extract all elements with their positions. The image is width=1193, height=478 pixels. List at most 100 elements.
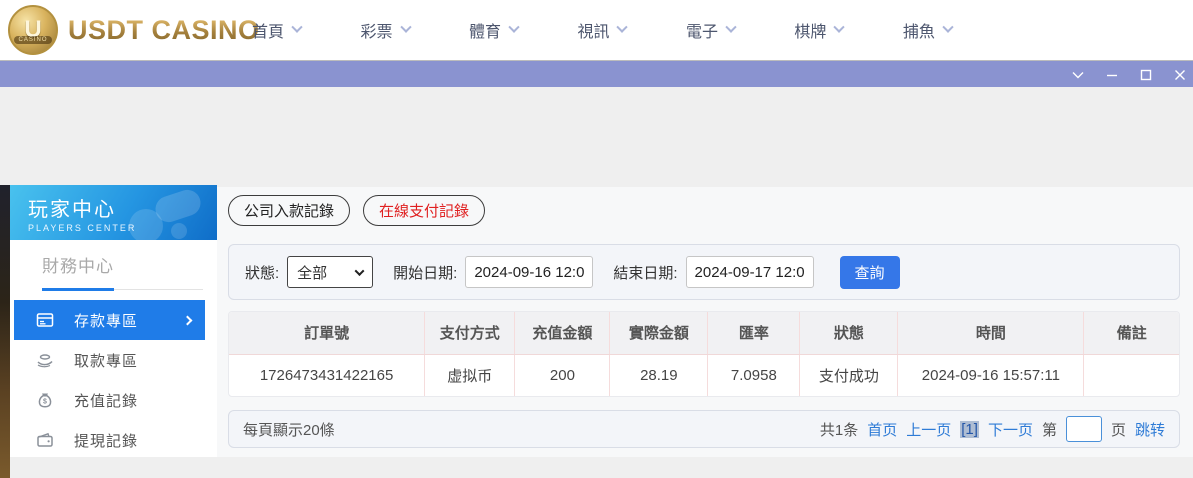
sidebar-menu: 存款專區 取款專區 $ 充值記錄 提現記錄 — [10, 300, 217, 460]
start-date-input[interactable] — [465, 256, 593, 288]
status-label: 狀態: — [245, 262, 279, 283]
sidebar-item-deposit[interactable]: 存款專區 — [14, 300, 205, 340]
prev-page-link[interactable]: 上一页 — [906, 419, 951, 440]
tab-online-payment-records[interactable]: 在線支付記錄 — [363, 195, 485, 226]
window-minimize-icon[interactable] — [1105, 68, 1119, 82]
withdraw-hand-icon — [36, 351, 54, 369]
chevron-down-icon — [508, 22, 519, 33]
table-row: 1726473431422165虚拟币20028.197.0958支付成功202… — [229, 354, 1179, 396]
jump-prefix-label: 第 — [1042, 419, 1057, 440]
nav-label: 捕魚 — [903, 18, 935, 42]
status-select-value: 全部 — [297, 262, 356, 283]
svg-text:$: $ — [43, 399, 47, 406]
nav-item-live[interactable]: 視訊 — [577, 18, 626, 42]
table-header-cell: 備註 — [1084, 312, 1179, 354]
first-page-link[interactable]: 首页 — [867, 419, 897, 440]
table-cell: 28.19 — [610, 354, 708, 396]
sidebar-header: 玩家中心 PLAYERS CENTER — [10, 185, 217, 240]
jump-button[interactable]: 跳转 — [1135, 419, 1165, 440]
moneybag-icon: $ — [36, 391, 54, 409]
sidebar-section-title: 財務中心 — [42, 252, 217, 277]
table-cell: 200 — [515, 354, 610, 396]
record-tabs: 公司入款記錄 在線支付記錄 — [228, 195, 1180, 226]
table-cell: 7.0958 — [708, 354, 800, 396]
nav-label: 視訊 — [577, 18, 609, 42]
section-underline — [42, 287, 203, 290]
nav-item-fishing[interactable]: 捕魚 — [903, 18, 952, 42]
end-date-input[interactable] — [686, 256, 814, 288]
main-content: 公司入款記錄 在線支付記錄 狀態: 全部 開始日期: 結束日期: 查詢 訂單號支… — [217, 187, 1193, 457]
table-cell: 虚拟币 — [425, 354, 515, 396]
nav-item-lottery[interactable]: 彩票 — [360, 18, 409, 42]
records-table: 訂單號支付方式充值金額實際金額匯率狀態時間備註 1726473431422165… — [228, 311, 1180, 397]
table-header-cell: 實際金額 — [610, 312, 708, 354]
sidebar-item-label: 存款專區 — [74, 310, 138, 331]
logo-text: USDT CASINO — [68, 15, 260, 46]
window-close-icon[interactable] — [1173, 68, 1187, 82]
table-cell — [1084, 354, 1179, 396]
status-select[interactable]: 全部 — [287, 256, 373, 288]
sidebar-item-label: 取款專區 — [74, 350, 138, 371]
sidebar: 玩家中心 PLAYERS CENTER 財務中心 存款專區 取款專區 $ — [10, 185, 217, 457]
table-cell: 1726473431422165 — [229, 354, 425, 396]
nav-item-slots[interactable]: 電子 — [686, 18, 735, 42]
end-date-label: 結束日期: — [613, 262, 677, 283]
jump-suffix-label: 页 — [1111, 419, 1126, 440]
table-header-cell: 支付方式 — [425, 312, 515, 354]
sidebar-item-label: 提現記錄 — [74, 430, 138, 451]
site-logo[interactable]: U CASINO USDT CASINO — [8, 5, 260, 55]
table-header-cell: 充值金額 — [515, 312, 610, 354]
chevron-down-icon — [942, 22, 953, 33]
sidebar-item-recharge-records[interactable]: $ 充值記錄 — [14, 380, 205, 420]
table-cell: 支付成功 — [800, 354, 898, 396]
window-chevron-down-icon[interactable] — [1071, 68, 1085, 82]
window-titlebar — [0, 60, 1193, 87]
sidebar-item-withdrawal-records[interactable]: 提現記錄 — [14, 420, 205, 460]
table-cell: 2024-09-16 15:57:11 — [898, 354, 1084, 396]
chevron-right-icon — [183, 315, 193, 325]
wallet-icon — [36, 431, 54, 449]
sidebar-subtitle: PLAYERS CENTER — [28, 223, 217, 233]
window-maximize-icon[interactable] — [1139, 68, 1153, 82]
nav-label: 彩票 — [360, 18, 392, 42]
table-header-cell: 匯率 — [708, 312, 800, 354]
site-header: U CASINO USDT CASINO 首頁 彩票 體育 視訊 — [0, 0, 1193, 60]
sidebar-item-withdraw[interactable]: 取款專區 — [14, 340, 205, 380]
main-nav: 首頁 彩票 體育 視訊 電子 棋牌 — [252, 0, 952, 60]
chevron-down-icon — [725, 22, 736, 33]
deposit-card-icon — [36, 311, 54, 329]
pagination-bar: 每頁顯示20條 共1条 首页 上一页 [1] 下一页 第 页 跳转 — [228, 410, 1180, 448]
pagination-controls: 共1条 首页 上一页 [1] 下一页 第 页 跳转 — [820, 416, 1165, 442]
nav-label: 棋牌 — [794, 18, 826, 42]
background-edge-strip — [0, 185, 10, 478]
chevron-down-icon — [291, 22, 302, 33]
table-header-cell: 時間 — [898, 312, 1084, 354]
nav-item-sports[interactable]: 體育 — [469, 18, 518, 42]
tab-company-deposit-records[interactable]: 公司入款記錄 — [228, 195, 350, 226]
nav-item-home[interactable]: 首頁 — [252, 18, 301, 42]
nav-label: 首頁 — [252, 18, 284, 42]
nav-label: 電子 — [686, 18, 718, 42]
table-header-row: 訂單號支付方式充值金額實際金額匯率狀態時間備註 — [229, 312, 1179, 354]
table-header-cell: 狀態 — [800, 312, 898, 354]
page-size-text: 每頁顯示20條 — [243, 419, 335, 440]
chevron-down-icon — [355, 266, 365, 276]
decoration-circle — [171, 223, 187, 239]
total-count-text: 共1条 — [820, 419, 858, 440]
chevron-down-icon — [617, 22, 628, 33]
chevron-down-icon — [400, 22, 411, 33]
app-window: U CASINO USDT CASINO 首頁 彩票 體育 視訊 — [0, 0, 1193, 478]
current-page-indicator: [1] — [960, 421, 979, 438]
window-controls — [1071, 61, 1187, 88]
nav-item-cards[interactable]: 棋牌 — [794, 18, 843, 42]
usdt-coin-icon: U CASINO — [8, 5, 58, 55]
start-date-label: 開始日期: — [393, 262, 457, 283]
decoration-circle — [129, 209, 163, 240]
query-button[interactable]: 查詢 — [840, 256, 900, 289]
nav-label: 體育 — [469, 18, 501, 42]
table-header-cell: 訂單號 — [229, 312, 425, 354]
filter-bar: 狀態: 全部 開始日期: 結束日期: 查詢 — [228, 244, 1180, 300]
jump-page-input[interactable] — [1066, 416, 1102, 442]
chevron-down-icon — [834, 22, 845, 33]
next-page-link[interactable]: 下一页 — [988, 419, 1033, 440]
